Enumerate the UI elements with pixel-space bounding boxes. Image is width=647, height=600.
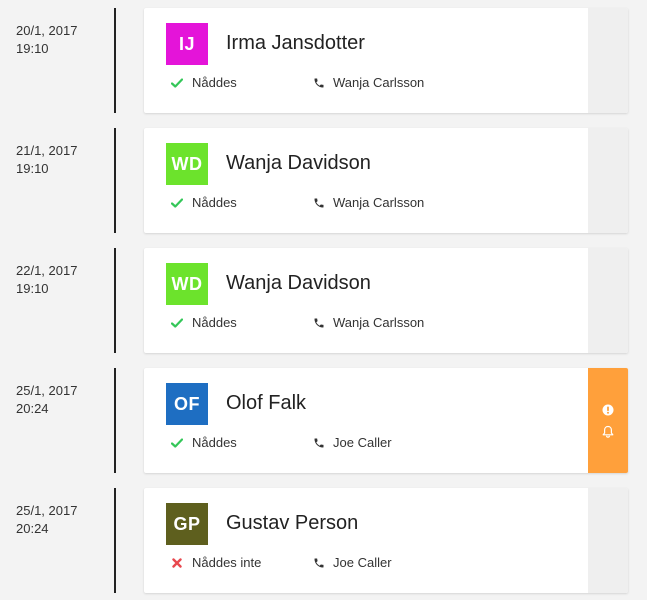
contact-name[interactable]: Gustav Person xyxy=(226,512,358,535)
caller-name: Wanja Carlsson xyxy=(333,75,425,90)
call-status: Nåddes xyxy=(170,195,237,210)
call-status: Nåddes xyxy=(170,435,237,450)
timeline-entry: 21/1, 2017 19:10 WD Wanja Davidson Nåddes Wan… xyxy=(0,128,647,233)
call-card[interactable]: WD Wanja Davidson Nåddes Wanja Carlsson xyxy=(144,248,628,353)
card-side-panel[interactable] xyxy=(588,488,628,593)
entry-datetime: 25/1, 2017 20:24 xyxy=(16,502,77,538)
caller: Joe Caller xyxy=(312,435,392,450)
card-side-panel[interactable] xyxy=(588,128,628,233)
entry-datetime: 25/1, 2017 20:24 xyxy=(16,382,77,418)
caller: Wanja Carlsson xyxy=(312,195,424,210)
contact-name[interactable]: Olof Falk xyxy=(226,392,306,415)
check-icon xyxy=(170,436,184,450)
entry-date: 22/1, 2017 xyxy=(16,263,78,278)
contact-name[interactable]: Irma Jansdotter xyxy=(226,32,365,55)
caller: Wanja Carlsson xyxy=(312,75,424,90)
entry-date: 20/1, 2017 xyxy=(16,23,78,38)
entry-date: 25/1, 2017 xyxy=(16,383,78,398)
entry-date: 25/1, 2017 xyxy=(16,503,78,518)
call-card[interactable]: IJ Irma Jansdotter Nåddes Wanja Carlsson xyxy=(144,8,628,113)
call-status-label: Nåddes inte xyxy=(192,555,262,570)
call-status: Nåddes xyxy=(170,315,237,330)
call-status-label: Nåddes xyxy=(192,75,237,90)
caller: Joe Caller xyxy=(312,555,392,570)
call-status-label: Nåddes xyxy=(192,195,237,210)
timeline-line xyxy=(114,368,116,473)
avatar: WD xyxy=(166,263,208,305)
exclamation-icon xyxy=(601,403,615,417)
caller-name: Wanja Carlsson xyxy=(333,195,425,210)
call-status-label: Nåddes xyxy=(192,315,237,330)
timeline-line xyxy=(114,248,116,353)
entry-datetime: 21/1, 2017 19:10 xyxy=(16,142,77,178)
check-icon xyxy=(170,316,184,330)
phone-icon xyxy=(312,556,326,570)
timeline-line xyxy=(114,488,116,593)
phone-icon xyxy=(312,436,326,450)
entry-time: 20:24 xyxy=(16,401,49,416)
bell-icon[interactable] xyxy=(601,425,615,439)
entry-time: 20:24 xyxy=(16,521,49,536)
timeline-line xyxy=(114,128,116,233)
card-side-panel[interactable] xyxy=(588,248,628,353)
timeline-entry: 25/1, 2017 20:24 OF Olof Falk Nåddes Joe Call… xyxy=(0,368,647,473)
timeline-entry: 22/1, 2017 19:10 WD Wanja Davidson Nåddes Wan… xyxy=(0,248,647,353)
entry-time: 19:10 xyxy=(16,281,49,296)
call-timeline: 20/1, 2017 19:10 IJ Irma Jansdotter Nåddes Wa… xyxy=(0,0,647,600)
phone-icon xyxy=(312,76,326,90)
card-side-panel[interactable] xyxy=(588,8,628,113)
timeline-entry: 20/1, 2017 19:10 IJ Irma Jansdotter Nåddes Wa… xyxy=(0,8,647,113)
entry-date: 21/1, 2017 xyxy=(16,143,78,158)
entry-datetime: 22/1, 2017 19:10 xyxy=(16,262,77,298)
contact-name[interactable]: Wanja Davidson xyxy=(226,152,371,175)
call-card[interactable]: WD Wanja Davidson Nåddes Wanja Carlsson xyxy=(144,128,628,233)
call-status: Nåddes xyxy=(170,75,237,90)
caller: Wanja Carlsson xyxy=(312,315,424,330)
phone-icon xyxy=(312,196,326,210)
contact-name[interactable]: Wanja Davidson xyxy=(226,272,371,295)
check-icon xyxy=(170,196,184,210)
entry-time: 19:10 xyxy=(16,41,49,56)
timeline-entry: 25/1, 2017 20:24 GP Gustav Person Nåddes int… xyxy=(0,488,647,593)
entry-datetime: 20/1, 2017 19:10 xyxy=(16,22,77,58)
avatar: OF xyxy=(166,383,208,425)
timeline-line xyxy=(114,8,116,113)
phone-icon xyxy=(312,316,326,330)
avatar: GP xyxy=(166,503,208,545)
entry-time: 19:10 xyxy=(16,161,49,176)
avatar: WD xyxy=(166,143,208,185)
call-status-label: Nåddes xyxy=(192,435,237,450)
caller-name: Joe Caller xyxy=(333,555,392,570)
check-icon xyxy=(170,76,184,90)
caller-name: Joe Caller xyxy=(333,435,392,450)
call-card[interactable]: OF Olof Falk Nåddes Joe Caller xyxy=(144,368,628,473)
caller-name: Wanja Carlsson xyxy=(333,315,425,330)
avatar: IJ xyxy=(166,23,208,65)
cross-icon xyxy=(170,556,184,570)
call-status: Nåddes inte xyxy=(170,555,261,570)
alert-panel[interactable] xyxy=(588,368,628,473)
call-card[interactable]: GP Gustav Person Nåddes inte Joe Caller xyxy=(144,488,628,593)
